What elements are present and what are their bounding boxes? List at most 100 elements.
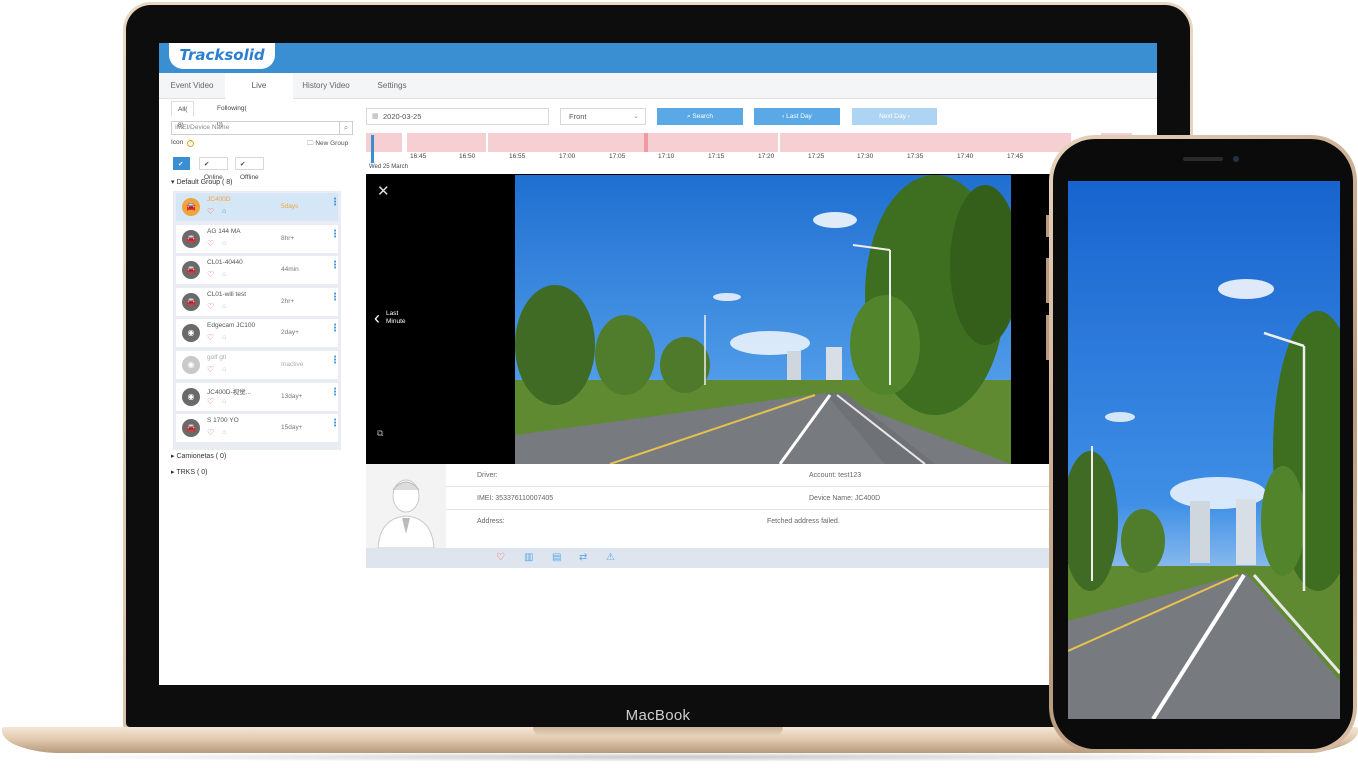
camera-icon[interactable]: ⌂ [222, 429, 226, 437]
new-group-button[interactable]: 🗀 New Group [307, 139, 348, 150]
next-day-label: Next Day [879, 113, 906, 120]
device-row[interactable]: 🚘 AG 144 MA ♡ ⌂ 8hr+ ⋮ [176, 224, 340, 253]
device-name: golf gti [207, 353, 227, 361]
timeline-tick: 17:40 [957, 153, 974, 160]
group-camionetas[interactable]: ▸ Camionetas ( 0) [171, 452, 226, 460]
screenshot-icon[interactable]: ⧉ [377, 428, 383, 439]
heart-icon[interactable]: ♡ [207, 271, 214, 279]
filter-all[interactable]: ✔ All [173, 157, 191, 181]
caret-right-icon: ▸ [171, 469, 175, 476]
device-name: Edgecam JC100 [207, 322, 256, 330]
more-menu-icon[interactable]: ⋮ [330, 261, 340, 271]
last-day-button[interactable]: ‹ Last Day [754, 108, 840, 125]
camera-icon[interactable]: ⌂ [222, 398, 226, 406]
search-icon[interactable]: ⌕ [339, 122, 352, 134]
calendar-icon: ▦ [372, 113, 379, 120]
next-day-button[interactable]: Next Day › [852, 108, 937, 125]
icon-setting[interactable]: Icon ? [171, 139, 195, 147]
group-default[interactable]: ▾ Default Group ( 8) [171, 178, 233, 186]
document-icon[interactable]: ▤ [552, 552, 561, 564]
heart-icon[interactable]: ♡ [207, 334, 214, 342]
camera-icon[interactable]: ⌂ [222, 366, 226, 374]
more-menu-icon[interactable]: ⋮ [330, 198, 340, 208]
heart-icon[interactable]: ♡ [207, 239, 214, 248]
camera-icon[interactable]: ⌂ [222, 334, 226, 342]
device-row[interactable]: 🚘 CL01-will test ♡ ⌂ 2hr+ ⋮ [176, 287, 340, 316]
laptop-notch [533, 727, 783, 736]
timeline-playhead[interactable] [371, 135, 374, 163]
camera-icon[interactable]: ⌂ [222, 271, 226, 279]
camera-device-icon: ◉ [182, 387, 200, 406]
warning-icon[interactable]: ⚠ [606, 552, 615, 564]
date-picker[interactable]: ▦ 2020-03-25 [366, 108, 549, 125]
device-name: AG 144 MA [207, 227, 241, 235]
last-day-label: Last Day [786, 113, 812, 120]
caret-right-icon: ▸ [171, 453, 175, 460]
timeline-tick: 17:20 [758, 153, 775, 160]
device-search-input[interactable]: IMEI/Device Name ⌕ [171, 121, 353, 135]
device-row[interactable]: 🚘 S 1700 YO ♡ ⌂ 15day+ ⋮ [176, 414, 340, 443]
timeline-tick: 17:00 [559, 153, 576, 160]
chevron-down-icon: ⌄ [633, 113, 639, 120]
heart-icon[interactable]: ♡ [207, 208, 214, 216]
filter-offline[interactable]: ✔ Offline [235, 157, 264, 181]
subtab-following[interactable]: Following( 0) [217, 101, 247, 128]
heart-icon[interactable]: ♡ [207, 302, 214, 311]
timeline-event [644, 133, 648, 152]
subtab-all[interactable]: All( 8) [171, 101, 195, 129]
close-icon[interactable]: ✕ [377, 184, 390, 199]
camera-icon[interactable]: ⌂ [222, 303, 226, 311]
phone-body [1049, 135, 1357, 753]
timeline-tick: 17:45 [1007, 153, 1024, 160]
search-button[interactable]: ⌕ Search [657, 108, 743, 125]
video-frame[interactable] [515, 175, 1011, 464]
camera-select[interactable]: Front ⌄ [560, 108, 646, 125]
more-menu-icon[interactable]: ⋮ [330, 355, 340, 365]
caret-down-icon: ▾ [171, 179, 175, 186]
heart-icon[interactable]: ♡ [207, 365, 214, 374]
more-menu-icon[interactable]: ⋮ [330, 387, 340, 397]
tab-history-video[interactable]: History Video [293, 73, 359, 99]
driver-label: Driver: [477, 472, 498, 479]
more-menu-icon[interactable]: ⋮ [330, 292, 340, 302]
device-name-value: Device Name: JC400D [809, 495, 881, 502]
account-value: Account: test123 [809, 472, 862, 479]
top-bar: Tracksolid [159, 43, 1157, 73]
device-name: JC400D [207, 196, 231, 203]
swap-icon[interactable]: ⇄ [579, 552, 587, 564]
tab-event-video[interactable]: Event Video [159, 73, 225, 99]
timeline-tick: 17:25 [808, 153, 825, 160]
barcode-icon[interactable]: ▥ [524, 552, 533, 564]
help-icon[interactable]: ? [187, 140, 195, 147]
device-last-seen: 2hr+ [281, 297, 295, 305]
camera-icon[interactable]: ⌂ [222, 240, 226, 248]
device-row[interactable]: ◉ Edgecam JC100 ♡ ⌂ 2day+ ⋮ [176, 319, 340, 348]
device-row[interactable]: 🚘 CL01-40440 ♡ ⌂ 44min ⋮ [176, 256, 340, 285]
filter-online[interactable]: ✔ Online [199, 157, 228, 181]
heart-icon[interactable]: ♡ [207, 429, 214, 437]
device-row[interactable]: ◉ JC400D-视觉... ♡ ⌂ 13day+ ⋮ [176, 382, 340, 411]
device-action-bar: ♡ ▥ ▤ ⇄ ⚠ [366, 548, 1157, 568]
device-row[interactable]: ◉ golf gti ♡ ⌂ Inactive ⋮ [176, 350, 340, 379]
timeline-tick: 17:05 [609, 153, 626, 160]
group-name: TRKS [176, 469, 196, 476]
tab-live[interactable]: Live [225, 73, 293, 99]
device-row[interactable]: 🚘 JC400D ♡ ⌂ 5days ⋮ [176, 193, 340, 221]
last-minute-line1: Last [386, 310, 399, 317]
camera-icon[interactable]: ⌂ [222, 208, 226, 216]
more-menu-icon[interactable]: ⋮ [330, 419, 340, 429]
timeline-track[interactable] [366, 133, 1132, 152]
group-trks[interactable]: ▸ TRKS ( 0) [171, 468, 207, 476]
recording-timeline[interactable]: 16:45 16:50 16:55 17:00 17:05 17:10 17:1… [366, 133, 1132, 173]
tab-settings[interactable]: Settings [359, 73, 425, 99]
device-sidebar: All( 8) Following( 0) IMEI/Device Name ⌕… [159, 99, 355, 685]
heart-icon[interactable]: ♡ [496, 552, 505, 564]
device-last-seen: 8hr+ [281, 234, 295, 242]
imei-value: IMEI: 353376110007405 [477, 495, 554, 502]
phone-video-screen[interactable] [1068, 181, 1340, 719]
heart-icon[interactable]: ♡ [207, 397, 214, 406]
app-logo[interactable]: Tracksolid [169, 43, 275, 69]
more-menu-icon[interactable]: ⋮ [330, 324, 340, 334]
more-menu-icon[interactable]: ⋮ [330, 229, 340, 239]
timeline-tick: 16:45 [410, 153, 427, 160]
